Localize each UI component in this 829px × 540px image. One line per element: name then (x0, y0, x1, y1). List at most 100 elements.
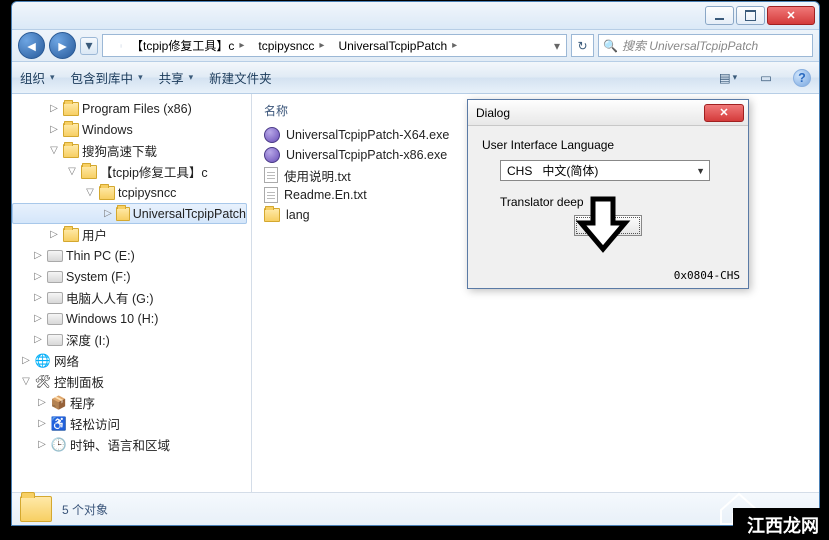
folder-icon (63, 228, 79, 242)
back-button[interactable]: ◄ (18, 32, 45, 59)
tree-node[interactable]: ▷🕒时钟、语言和区域 (12, 434, 251, 455)
tree-label: 用户 (82, 225, 107, 244)
include-library-button[interactable]: 包含到库中 (71, 68, 143, 87)
drive-icon (47, 292, 63, 304)
language-combobox[interactable]: CHS 中文(简体) ▼ (500, 160, 710, 181)
tree-label: tcpipysncc (118, 186, 176, 200)
file-name: UniversalTcpipPatch-X64.exe (286, 128, 449, 142)
drive-icon (47, 334, 63, 346)
tree-label: Program Files (x86) (82, 102, 192, 116)
tree-label: 轻松访问 (70, 414, 120, 433)
tree-node[interactable]: ▽【tcpip修复工具】c (12, 161, 251, 182)
language-label: User Interface Language (482, 138, 734, 152)
tree-label: Thin PC (E:) (66, 249, 135, 263)
address-row: ◄ ► ▾ 【tcpip修复工具】c tcpipysncc UniversalT… (12, 30, 819, 62)
tree-label: 电脑人人有 (G:) (66, 288, 154, 307)
tree-node[interactable]: ▷System (F:) (12, 266, 251, 287)
tree-label: 控制面板 (54, 372, 104, 391)
tree-node[interactable]: ▷Program Files (x86) (12, 98, 251, 119)
tree-label: Windows 10 (H:) (66, 312, 158, 326)
tree-node[interactable]: ▷用户 (12, 224, 251, 245)
new-folder-button[interactable]: 新建文件夹 (209, 68, 272, 87)
file-name: UniversalTcpipPatch-x86.exe (286, 148, 447, 162)
tree-node[interactable]: ▷深度 (I:) (12, 329, 251, 350)
programs-icon: 📦 (51, 395, 67, 411)
window-titlebar[interactable] (12, 2, 819, 30)
dialog-title: Dialog (476, 106, 510, 120)
search-icon: 🔍 (603, 39, 618, 53)
folder-icon (63, 144, 79, 158)
network-icon: 🌐 (35, 353, 51, 369)
search-placeholder: 搜索 UniversalTcpipPatch (622, 37, 758, 54)
combo-code: CHS (507, 164, 532, 178)
tree-node[interactable]: ▷Windows (12, 119, 251, 140)
folder-icon (105, 44, 122, 47)
tree-node[interactable]: ▽tcpipysncc (12, 182, 251, 203)
breadcrumb-seg[interactable]: UniversalTcpipPatch (330, 35, 463, 56)
clock-region-icon: 🕒 (51, 437, 67, 453)
status-count: 5 个对象 (62, 501, 108, 518)
breadcrumb-dropdown[interactable]: ▾ (548, 39, 566, 53)
tree-node[interactable]: ▽🛠控制面板 (12, 371, 251, 392)
command-toolbar: 组织 包含到库中 共享 新建文件夹 ▤ ▭ ? (12, 62, 819, 94)
ok-button[interactable]: OK (574, 215, 642, 236)
file-name: 使用说明.txt (284, 166, 351, 185)
text-file-icon (264, 167, 278, 183)
drive-icon (47, 313, 63, 325)
language-dialog: Dialog ✕ User Interface Language CHS 中文(… (467, 99, 749, 289)
dialog-close-button[interactable]: ✕ (704, 104, 744, 122)
combo-text: 中文(简体) (542, 164, 598, 178)
nav-history-button[interactable]: ▾ (80, 37, 98, 55)
organize-button[interactable]: 组织 (20, 68, 55, 87)
status-bar: 5 个对象 (12, 492, 819, 525)
exe-icon (264, 147, 280, 163)
view-options-button[interactable]: ▤ (717, 67, 739, 89)
ease-of-access-icon: ♿ (51, 416, 67, 432)
tree-node-selected[interactable]: ▷UniversalTcpipPatch (12, 203, 247, 224)
locale-code-label: 0x0804-CHS (674, 269, 740, 282)
exe-icon (264, 127, 280, 143)
close-button[interactable] (767, 6, 815, 25)
dialog-titlebar[interactable]: Dialog ✕ (468, 100, 748, 126)
navigation-tree[interactable]: ▷Program Files (x86) ▷Windows ▽搜狗高速下载 ▽【… (12, 94, 252, 492)
maximize-button[interactable] (736, 6, 765, 25)
share-button[interactable]: 共享 (159, 68, 194, 87)
preview-pane-button[interactable]: ▭ (755, 67, 777, 89)
tree-node[interactable]: ▷♿轻松访问 (12, 413, 251, 434)
forward-button[interactable]: ► (49, 32, 76, 59)
tree-label: 深度 (I:) (66, 330, 110, 349)
tree-node[interactable]: ▷🌐网络 (12, 350, 251, 371)
folder-icon (116, 207, 130, 221)
chevron-down-icon: ▼ (696, 166, 705, 176)
tree-label: 网络 (54, 351, 79, 370)
folder-icon (63, 102, 79, 116)
tree-node[interactable]: ▽搜狗高速下载 (12, 140, 251, 161)
minimize-button[interactable] (705, 6, 734, 25)
control-panel-icon: 🛠 (35, 374, 51, 390)
refresh-button[interactable]: ↻ (571, 34, 594, 57)
breadcrumb-seg[interactable]: tcpipysncc (250, 35, 330, 56)
tree-label: 【tcpip修复工具】c (100, 162, 208, 181)
tree-label: 程序 (70, 393, 95, 412)
tree-label: System (F:) (66, 270, 131, 284)
tree-node[interactable]: ▷Windows 10 (H:) (12, 308, 251, 329)
tree-label: 时钟、语言和区域 (70, 435, 170, 454)
tree-node[interactable]: ▷Thin PC (E:) (12, 245, 251, 266)
breadcrumb-seg[interactable]: 【tcpip修复工具】c (123, 35, 250, 56)
drive-icon (47, 271, 63, 283)
tree-label: Windows (82, 123, 133, 137)
folder-icon (63, 123, 79, 137)
file-name: lang (286, 208, 310, 222)
folder-icon (20, 496, 52, 522)
watermark-text: 江西龙网 (733, 508, 829, 540)
text-file-icon (264, 187, 278, 203)
folder-icon (99, 186, 115, 200)
folder-icon (81, 165, 97, 179)
translator-label: Translator deep (500, 195, 734, 209)
tree-node[interactable]: ▷📦程序 (12, 392, 251, 413)
address-bar[interactable]: 【tcpip修复工具】c tcpipysncc UniversalTcpipPa… (102, 34, 567, 57)
tree-node[interactable]: ▷电脑人人有 (G:) (12, 287, 251, 308)
search-input[interactable]: 🔍 搜索 UniversalTcpipPatch (598, 34, 813, 57)
folder-icon (264, 208, 280, 222)
help-button[interactable]: ? (793, 69, 811, 87)
